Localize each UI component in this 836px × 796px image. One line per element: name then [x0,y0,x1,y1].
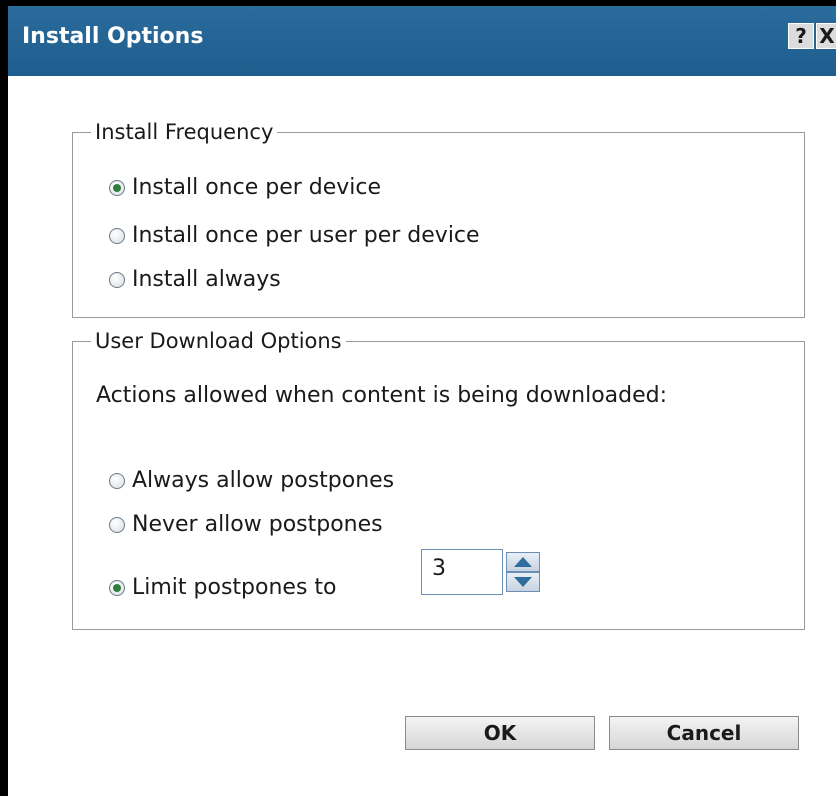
install-frequency-legend: Install Frequency [95,120,274,144]
radio-label: Always allow postpones [132,468,395,493]
radio-install-always[interactable]: Install always [109,267,281,292]
radio-label: Never allow postpones [132,512,383,537]
radio-never-allow-postpones[interactable]: Never allow postpones [109,512,383,537]
user-download-options-legend: User Download Options [95,329,342,353]
close-button[interactable]: X [816,23,836,49]
download-actions-description: Actions allowed when content is being do… [96,383,668,408]
radio-unchecked-icon[interactable] [109,516,125,533]
radio-unchecked-icon[interactable] [109,271,125,288]
radio-checked-icon[interactable] [109,579,125,596]
triangle-up-icon [514,557,532,567]
radio-install-once-per-user-per-device[interactable]: Install once per user per device [109,223,480,248]
install-options-dialog: Install Options ? X Install Frequency In… [0,0,836,796]
spin-down-button[interactable] [506,572,540,592]
spin-up-button[interactable] [506,552,540,572]
radio-always-allow-postpones[interactable]: Always allow postpones [109,468,394,493]
radio-label: Install once per device [132,175,382,200]
ok-button[interactable]: OK [405,716,595,750]
radio-checked-icon[interactable] [109,179,125,196]
help-button[interactable]: ? [788,23,814,49]
dialog-title: Install Options [22,24,204,49]
cancel-button[interactable]: Cancel [609,716,799,750]
radio-install-once-per-device[interactable]: Install once per device [109,175,381,200]
radio-unchecked-icon[interactable] [109,472,125,489]
title-bar: Install Options ? X [8,0,836,76]
radio-label: Install once per user per device [132,223,480,248]
radio-label: Limit postpones to [132,575,337,600]
radio-label: Install always [132,267,281,292]
radio-limit-postpones[interactable]: Limit postpones to [109,575,337,600]
postpone-limit-input[interactable]: 3 [421,549,503,595]
radio-unchecked-icon[interactable] [109,227,125,244]
triangle-down-icon [514,577,532,587]
